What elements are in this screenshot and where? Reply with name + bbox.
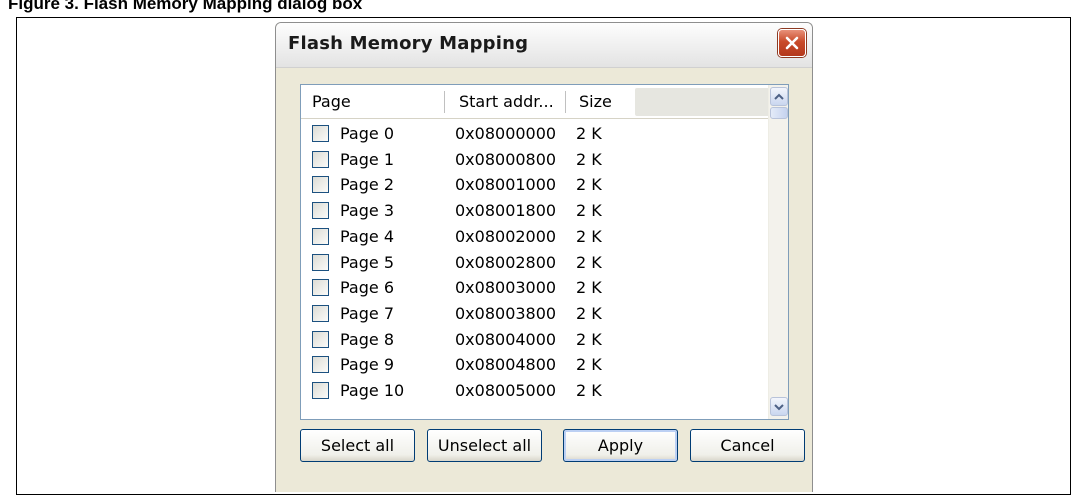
page-list-view[interactable]: Page Start addr... Size Page 0 0x08000000… <box>300 84 789 420</box>
size-cell: 2 K <box>576 201 602 221</box>
table-row[interactable]: Page 1 0x08000800 2 K <box>301 147 770 172</box>
start-address-cell: 0x08000000 <box>455 124 557 143</box>
table-row[interactable]: Page 4 0x08002000 2 K <box>301 224 770 249</box>
page-cell: Page 4 <box>340 226 394 246</box>
table-row[interactable]: Page 0 0x08000000 2 K <box>301 121 770 146</box>
page-checkbox[interactable] <box>312 125 329 142</box>
table-row[interactable]: Page 3 0x08001800 2 K <box>301 198 770 223</box>
page-checkbox[interactable] <box>312 176 329 194</box>
start-address-cell: 0x08003000 <box>455 278 557 298</box>
start-address-cell: 0x08002800 <box>455 252 557 272</box>
page-cell: Page 6 <box>340 278 394 298</box>
start-address-cell: 0x08001000 <box>455 175 557 195</box>
table-row[interactable]: Page 10 0x08005000 2 K <box>301 378 770 403</box>
close-button[interactable] <box>778 29 806 57</box>
size-cell: 2 K <box>576 175 602 195</box>
size-cell: 2 K <box>576 149 602 169</box>
page-checkbox[interactable] <box>312 150 329 168</box>
size-cell: 2 K <box>576 278 602 298</box>
page-cell: Page 2 <box>340 175 394 195</box>
scroll-down-button[interactable] <box>770 397 788 416</box>
dialog-title: Flash Memory Mapping <box>288 33 529 54</box>
table-row[interactable]: Page 5 0x08002800 2 K <box>301 250 770 275</box>
page-cell: Page 9 <box>340 355 394 375</box>
scroll-thumb[interactable] <box>770 107 788 119</box>
apply-button[interactable]: Apply <box>563 429 678 462</box>
page-checkbox[interactable] <box>312 227 329 245</box>
page-checkbox[interactable] <box>312 382 329 399</box>
size-cell: 2 K <box>576 381 602 400</box>
column-separator[interactable] <box>444 91 445 113</box>
table-row[interactable]: Page 6 0x08003000 2 K <box>301 275 770 300</box>
table-row[interactable]: Page 2 0x08001000 2 K <box>301 172 770 197</box>
size-cell: 2 K <box>576 252 602 272</box>
start-address-cell: 0x08001800 <box>455 201 557 221</box>
page-checkbox[interactable] <box>312 253 329 271</box>
chevron-up-icon <box>774 93 784 100</box>
start-address-cell: 0x08004000 <box>455 329 557 349</box>
table-row[interactable]: Page 8 0x08004000 2 K <box>301 327 770 352</box>
column-header-start-address[interactable]: Start addr... <box>459 85 554 118</box>
page-checkbox[interactable] <box>312 304 329 322</box>
page-cell: Page 3 <box>340 201 394 221</box>
column-header-page[interactable]: Page <box>312 85 351 118</box>
close-x-icon <box>785 36 799 50</box>
flash-memory-mapping-dialog: Flash Memory Mapping Page Start addr... … <box>275 22 813 492</box>
start-address-cell: 0x08005000 <box>455 381 557 400</box>
start-address-cell: 0x08004800 <box>455 355 557 375</box>
page-cell: Page 7 <box>340 303 394 323</box>
start-address-cell: 0x08000800 <box>455 149 557 169</box>
page-cell: Page 5 <box>340 252 394 272</box>
size-cell: 2 K <box>576 329 602 349</box>
page-checkbox[interactable] <box>312 356 329 374</box>
chevron-down-icon <box>774 404 784 411</box>
page-checkbox[interactable] <box>312 330 329 348</box>
size-cell: 2 K <box>576 124 602 143</box>
column-separator[interactable] <box>565 91 566 113</box>
page-cell: Page 0 <box>340 124 394 143</box>
list-header: Page Start addr... Size <box>301 85 770 119</box>
page-checkbox[interactable] <box>312 279 329 297</box>
table-row[interactable]: Page 7 0x08003800 2 K <box>301 301 770 326</box>
start-address-cell: 0x08002000 <box>455 226 557 246</box>
scroll-up-button[interactable] <box>770 87 788 106</box>
table-row[interactable]: Page 9 0x08004800 2 K <box>301 352 770 377</box>
size-cell: 2 K <box>576 355 602 375</box>
cancel-button[interactable]: Cancel <box>690 429 805 462</box>
page-checkbox[interactable] <box>312 202 329 220</box>
header-filler <box>635 88 770 116</box>
title-bar[interactable]: Flash Memory Mapping <box>276 23 812 68</box>
unselect-all-button[interactable]: Unselect all <box>427 429 542 462</box>
start-address-cell: 0x08003800 <box>455 303 557 323</box>
page-cell: Page 1 <box>340 149 394 169</box>
select-all-button[interactable]: Select all <box>300 429 415 462</box>
size-cell: 2 K <box>576 226 602 246</box>
figure-caption: Figure 3. Flash Memory Mapping dialog bo… <box>8 0 363 13</box>
size-cell: 2 K <box>576 303 602 323</box>
page-cell: Page 8 <box>340 329 394 349</box>
page-cell: Page 10 <box>340 381 405 400</box>
vertical-scrollbar[interactable] <box>768 85 788 419</box>
column-header-size[interactable]: Size <box>579 85 612 118</box>
